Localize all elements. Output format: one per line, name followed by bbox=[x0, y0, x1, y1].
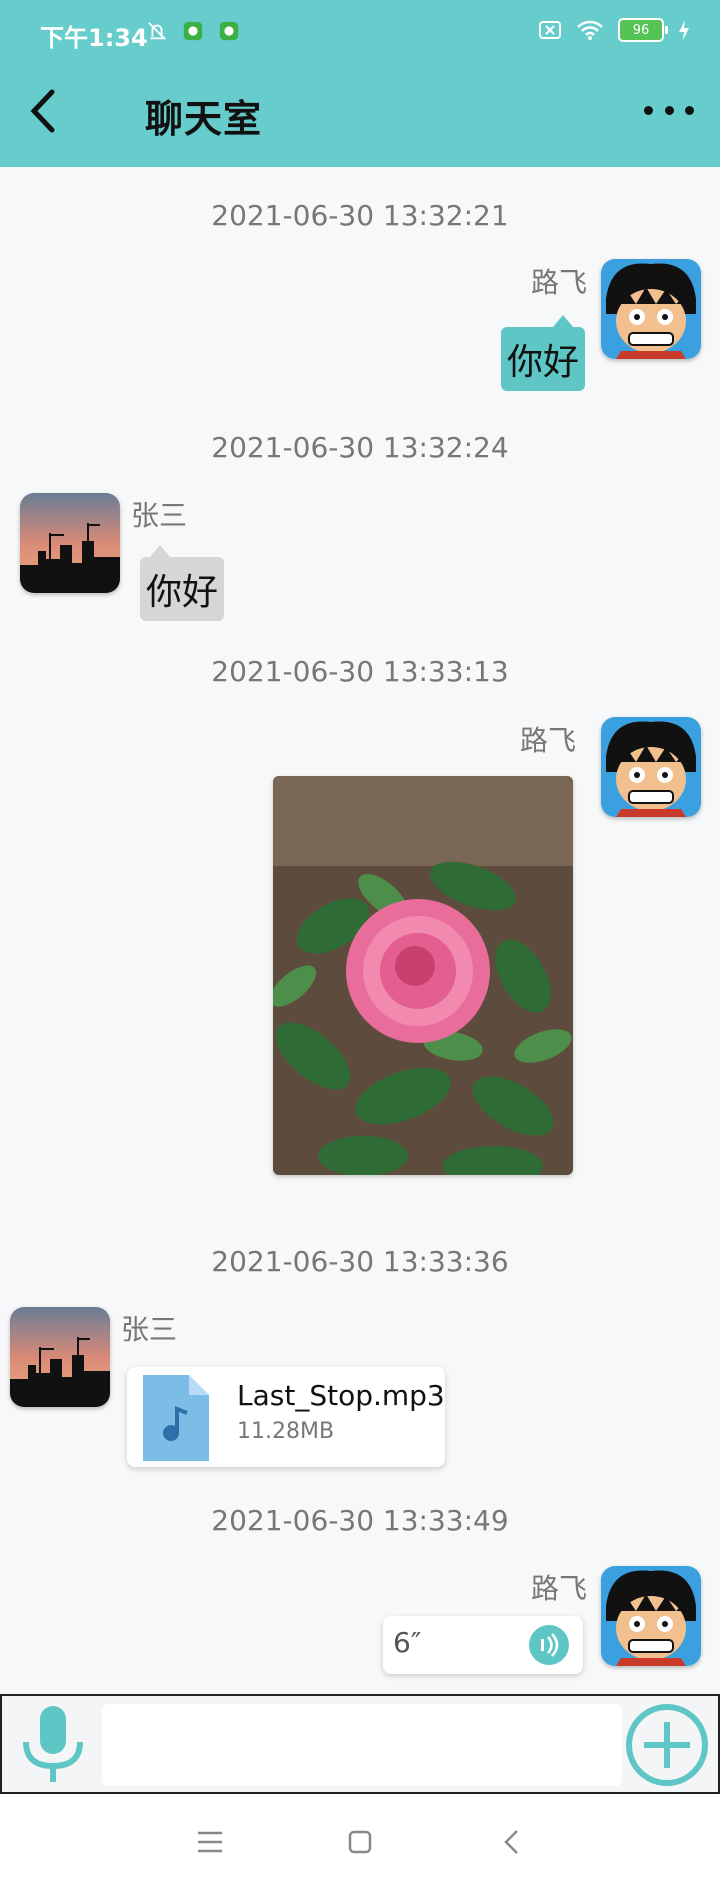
message-timestamp: 2021-06-30 13:32:24 bbox=[211, 431, 509, 464]
home-nav-icon[interactable] bbox=[340, 1822, 380, 1862]
battery-level: 96 bbox=[632, 22, 650, 38]
sim-off-icon bbox=[539, 21, 561, 39]
status-left-icons bbox=[146, 20, 240, 42]
image-message-rose[interactable] bbox=[273, 776, 573, 1175]
wifi-icon bbox=[577, 20, 603, 40]
back-arrow-icon[interactable] bbox=[24, 84, 64, 138]
message-bubble[interactable]: 你好 bbox=[501, 315, 586, 391]
sender-name: 路飞 bbox=[531, 1572, 588, 1605]
mic-icon[interactable] bbox=[18, 1704, 88, 1786]
avatar-luffy[interactable] bbox=[601, 717, 701, 817]
menu-nav-icon[interactable] bbox=[190, 1822, 230, 1862]
message-timestamp: 2021-06-30 13:33:36 bbox=[211, 1245, 509, 1278]
status-right-icons: 96 bbox=[538, 18, 690, 42]
voice-wave-icon bbox=[529, 1625, 569, 1665]
system-nav-bar bbox=[0, 1794, 720, 1891]
charging-icon bbox=[679, 20, 689, 40]
avatar-zhangsan[interactable] bbox=[20, 493, 120, 593]
avatar-zhangsan[interactable] bbox=[10, 1307, 110, 1407]
avatar-luffy[interactable] bbox=[601, 259, 701, 359]
plus-icon[interactable] bbox=[624, 1702, 710, 1788]
alarm-off-icon bbox=[148, 22, 166, 40]
file-name: Last_Stop.mp3 bbox=[237, 1379, 445, 1412]
message-timestamp: 2021-06-30 13:32:21 bbox=[211, 199, 509, 232]
sender-name: 张三 bbox=[121, 1313, 178, 1346]
message-bubble[interactable]: 你好 bbox=[140, 545, 225, 621]
file-message[interactable]: Last_Stop.mp3 11.28MB bbox=[127, 1367, 445, 1467]
input-bar bbox=[0, 1694, 720, 1794]
status-time: 下午1:34 bbox=[40, 24, 148, 52]
file-size: 11.28MB bbox=[237, 1419, 335, 1444]
sender-name: 路飞 bbox=[531, 266, 588, 299]
page-title: 聊天室 bbox=[145, 97, 263, 141]
sender-name: 张三 bbox=[131, 499, 188, 532]
app-notification-icon bbox=[219, 21, 239, 41]
avatar-luffy[interactable] bbox=[601, 1566, 701, 1666]
voice-message[interactable]: 6″ bbox=[383, 1616, 583, 1674]
more-dots-icon[interactable] bbox=[644, 100, 694, 120]
app-header: 下午1:34 96 聊天室 bbox=[0, 0, 720, 167]
message-timestamp: 2021-06-30 13:33:49 bbox=[211, 1504, 509, 1537]
battery-indicator: 96 bbox=[618, 18, 668, 42]
message-input[interactable] bbox=[102, 1704, 622, 1786]
app-notification-icon bbox=[183, 21, 203, 41]
sender-name: 路飞 bbox=[520, 724, 577, 757]
music-file-icon bbox=[143, 1375, 209, 1461]
chat-list[interactable]: 2021-06-30 13:32:21 路飞 你好 2021-06-30 13:… bbox=[0, 167, 720, 1694]
message-timestamp: 2021-06-30 13:33:13 bbox=[211, 655, 509, 688]
voice-duration: 6″ bbox=[393, 1626, 422, 1659]
back-nav-icon[interactable] bbox=[492, 1822, 532, 1862]
